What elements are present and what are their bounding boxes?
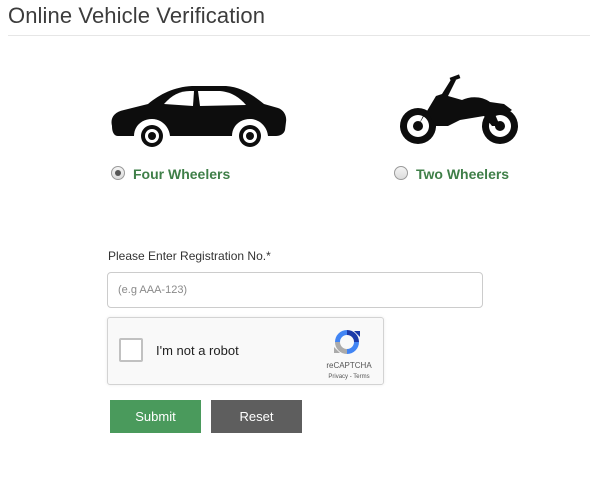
title-divider	[8, 35, 590, 36]
recaptcha-widget: I'm not a robot reCAPTCHA Privacy - Term…	[107, 317, 384, 385]
page-title: Online Vehicle Verification	[8, 3, 266, 28]
recaptcha-checkbox[interactable]	[119, 338, 143, 362]
car-icon[interactable]	[108, 82, 288, 148]
four-wheelers-label: Four Wheelers	[133, 166, 231, 182]
reset-button[interactable]: Reset	[211, 400, 302, 433]
radio-button[interactable]	[394, 165, 408, 180]
radio-button-selected[interactable]	[111, 165, 125, 180]
recaptcha-brand: reCAPTCHA	[326, 361, 372, 370]
registration-input[interactable]	[107, 272, 483, 308]
submit-button[interactable]: Submit	[110, 400, 201, 433]
two-wheelers-label: Two Wheelers	[416, 166, 510, 182]
recaptcha-links: Privacy - Terms	[317, 374, 381, 380]
motorcycle-icon[interactable]	[396, 74, 524, 148]
recaptcha-terms-link[interactable]: Terms	[353, 374, 369, 380]
radio-four-wheelers[interactable]: Four Wheelers	[111, 163, 230, 182]
recaptcha-privacy-link[interactable]: Privacy	[328, 374, 348, 380]
registration-label: Please Enter Registration No.*	[108, 249, 271, 263]
radio-two-wheelers[interactable]: Two Wheelers	[394, 163, 509, 182]
recaptcha-label: I'm not a robot	[156, 343, 239, 358]
recaptcha-logo-icon	[334, 330, 360, 354]
